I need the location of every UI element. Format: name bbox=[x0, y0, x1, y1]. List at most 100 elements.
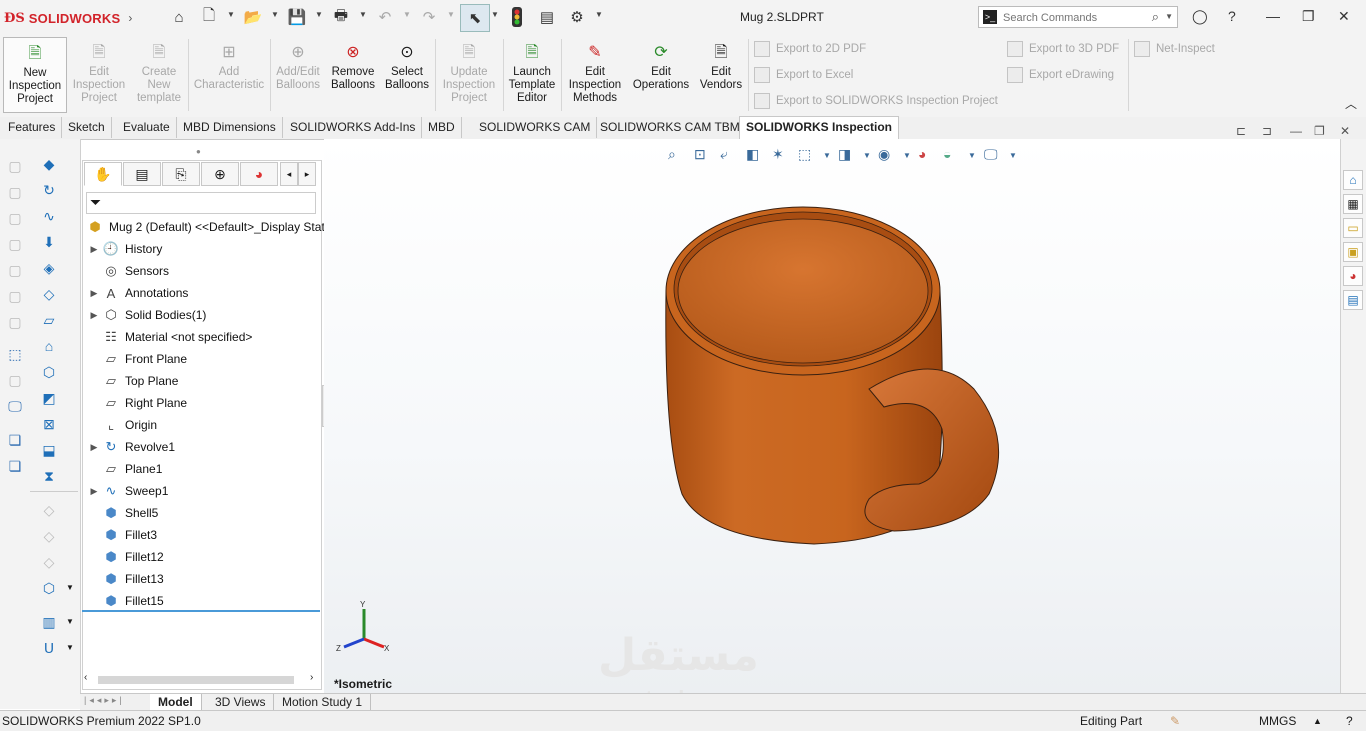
export-sw-inspection-button[interactable]: Export to SOLIDWORKS Inspection Project bbox=[754, 93, 998, 109]
display-style-icon[interactable]: ◨ bbox=[838, 146, 851, 163]
sketch-tool-icon[interactable]: ▢ bbox=[6, 287, 24, 305]
update-inspection-project-button[interactable]: 🗎 Update Inspection Project bbox=[437, 37, 501, 113]
lofted-boss-icon[interactable]: ⬇ bbox=[40, 233, 58, 251]
tree-filter[interactable]: ⏷ bbox=[86, 192, 316, 214]
select-cursor-icon[interactable]: ⬉ bbox=[460, 4, 490, 32]
add-edit-balloons-button[interactable]: ⊕ Add/Edit Balloons bbox=[272, 37, 324, 113]
export-3d-pdf-button[interactable]: Export to 3D PDF bbox=[1007, 41, 1119, 57]
open-dropdown-icon[interactable]: ▼ bbox=[271, 10, 279, 19]
rebuild-icon[interactable]: ✎ bbox=[1170, 714, 1180, 728]
extruded-cut-icon[interactable]: ◇ bbox=[40, 285, 58, 303]
print-icon[interactable]: 🖶 bbox=[330, 6, 352, 28]
tab-scroll-right-icon[interactable]: ▸ bbox=[298, 162, 316, 186]
close-icon[interactable]: ✕ bbox=[1338, 8, 1350, 25]
tree-root[interactable]: ⬢ Mug 2 (Default) <<Default>_Display Sta… bbox=[86, 216, 324, 238]
instant3d-icon[interactable]: ◇ bbox=[40, 553, 58, 571]
draft-tool-icon[interactable]: ◩ bbox=[40, 389, 58, 407]
solidworks-logo[interactable]: ƉS SOLIDWORKS › bbox=[4, 8, 132, 28]
shell-tool-icon[interactable]: ⬡ bbox=[40, 363, 58, 381]
file-explorer-icon[interactable]: ▭ bbox=[1343, 218, 1363, 238]
curves-icon[interactable]: ◇ bbox=[40, 527, 58, 545]
search-icon[interactable]: ⌕ bbox=[1152, 9, 1159, 25]
help-icon[interactable]: ? bbox=[1228, 8, 1236, 24]
tree-item[interactable]: ▶ ∿ Sweep1 bbox=[86, 480, 169, 502]
edit-inspection-methods-button[interactable]: ✎ Edit Inspection Methods bbox=[563, 37, 627, 113]
tree-item[interactable]: ▱ Plane1 bbox=[86, 458, 162, 480]
dynamic-annotation-icon[interactable]: ✶ bbox=[772, 146, 784, 163]
expand-arrow-icon[interactable]: ▶ bbox=[86, 486, 102, 497]
sketch-tool-icon[interactable]: ▢ bbox=[6, 261, 24, 279]
tab-nav-arrows-icon[interactable]: |◂◂▸▸| bbox=[84, 695, 125, 706]
view-settings-dropdown-icon[interactable]: ▼ bbox=[1009, 151, 1017, 160]
minimize-icon[interactable]: — bbox=[1266, 8, 1280, 24]
expand-arrow-icon[interactable]: ▶ bbox=[86, 310, 102, 321]
tile-right-icon[interactable]: ⊐ bbox=[1262, 124, 1272, 138]
sketch-tool-icon[interactable]: ▢ bbox=[6, 235, 24, 253]
edit-operations-button[interactable]: ⟳ Edit Operations bbox=[629, 37, 693, 113]
search-dropdown-icon[interactable]: ▼ bbox=[1165, 12, 1173, 21]
print-dropdown-icon[interactable]: ▼ bbox=[359, 10, 367, 19]
intersect-tool-icon[interactable]: ⊠ bbox=[40, 415, 58, 433]
swept-boss-icon[interactable]: ∿ bbox=[40, 207, 58, 225]
doc-close-icon[interactable]: ✕ bbox=[1340, 124, 1350, 138]
options-dropdown-icon[interactable]: ▼ bbox=[595, 10, 603, 19]
design-library-icon[interactable]: ▦ bbox=[1343, 194, 1363, 214]
tree-item[interactable]: ⬢ Fillet12 bbox=[86, 546, 163, 568]
new-inspection-project-button[interactable]: 🗎 New Inspection Project bbox=[3, 37, 67, 113]
tree-item[interactable]: ▶ 🕘 History bbox=[86, 238, 163, 260]
previous-view-icon[interactable]: ⤶ bbox=[720, 146, 728, 163]
tab-sketch[interactable]: Sketch bbox=[62, 117, 112, 138]
fillet-tool-icon[interactable]: ⌂ bbox=[40, 337, 58, 355]
hide-show-dropdown-icon[interactable]: ▼ bbox=[903, 151, 911, 160]
tab-solidworks-cam[interactable]: SOLIDWORKS CAM bbox=[473, 117, 598, 138]
scroll-right-icon[interactable]: › bbox=[310, 672, 313, 683]
collapse-ribbon-icon[interactable]: ︿ bbox=[1345, 95, 1357, 112]
tab-mbd-dimensions[interactable]: MBD Dimensions bbox=[177, 117, 283, 138]
view-orientation-icon[interactable]: ⬡ bbox=[40, 579, 58, 597]
search-input[interactable] bbox=[1001, 9, 1155, 27]
menu-expand-icon[interactable]: › bbox=[128, 11, 132, 25]
hide-show-icon[interactable]: ◉ bbox=[878, 146, 890, 163]
remove-balloons-button[interactable]: ⊗ Remove Balloons bbox=[326, 37, 380, 113]
tab-mbd[interactable]: MBD bbox=[422, 117, 462, 138]
tree-item[interactable]: ⬢ Shell5 bbox=[86, 502, 158, 524]
rollback-bar[interactable] bbox=[82, 610, 320, 612]
feature-tree-tab-icon[interactable]: ✋ bbox=[84, 162, 122, 186]
home-icon[interactable]: ⌂ bbox=[168, 6, 190, 28]
smart-tool-icon[interactable]: ⬚ bbox=[6, 345, 24, 363]
view-settings-icon[interactable]: 🖵 bbox=[984, 146, 998, 163]
tab-3d-views[interactable]: 3D Views bbox=[207, 694, 275, 710]
edit-vendors-button[interactable]: 🗎 Edit Vendors bbox=[695, 37, 747, 113]
tree-item[interactable]: ☷ Material <not specified> bbox=[86, 326, 252, 348]
new-document-icon[interactable]: 🗋 bbox=[198, 6, 220, 28]
export-2d-pdf-button[interactable]: Export to 2D PDF bbox=[754, 41, 866, 57]
section-view-icon[interactable]: ▥ bbox=[40, 613, 58, 631]
mirror-tool-icon[interactable]: ⬓ bbox=[40, 441, 58, 459]
tab-features[interactable]: Features bbox=[2, 117, 63, 138]
open-icon[interactable]: 📂 bbox=[242, 6, 264, 28]
view-dropdown-icon[interactable]: ▼ bbox=[66, 583, 74, 592]
select-balloons-button[interactable]: ⊙ Select Balloons bbox=[382, 37, 432, 113]
export-edrawing-button[interactable]: Export eDrawing bbox=[1007, 67, 1114, 83]
curve-tool-icon[interactable]: ᑌ bbox=[40, 639, 58, 657]
section-view-icon[interactable]: ◧ bbox=[746, 146, 759, 163]
search-commands-box[interactable]: >_ ⌕ ▼ bbox=[978, 6, 1178, 28]
revolve-boss-icon[interactable]: ↻ bbox=[40, 181, 58, 199]
save-icon[interactable]: 💾 bbox=[286, 6, 308, 28]
dimxpert-tab-icon[interactable]: ⊕ bbox=[201, 162, 239, 186]
tab-solidworks-addins[interactable]: SOLIDWORKS Add-Ins bbox=[284, 117, 423, 138]
property-manager-tab-icon[interactable]: ▤ bbox=[123, 162, 161, 186]
edit-appearance-icon[interactable]: ◕ bbox=[918, 146, 926, 162]
options-gear-icon[interactable]: ⚙ bbox=[566, 6, 588, 28]
expand-arrow-icon[interactable]: ▶ bbox=[86, 244, 102, 255]
tab-motion-study[interactable]: Motion Study 1 bbox=[274, 694, 372, 710]
apply-scene-icon[interactable]: ◒ bbox=[943, 146, 951, 162]
sketch-tool-icon[interactable]: ▢ bbox=[6, 313, 24, 331]
panel-grip-icon[interactable]: ● bbox=[196, 147, 201, 156]
configuration-manager-tab-icon[interactable]: ⎘ bbox=[162, 162, 200, 186]
display-manager-tab-icon[interactable]: ◕ bbox=[240, 162, 278, 186]
wrap-tool-icon[interactable]: ⧗ bbox=[40, 467, 58, 485]
create-new-template-button[interactable]: 🗎 Create New template bbox=[132, 37, 186, 113]
doc-restore-icon[interactable]: ❐ bbox=[1314, 124, 1325, 138]
layers-icon[interactable]: ❏ bbox=[6, 431, 24, 449]
